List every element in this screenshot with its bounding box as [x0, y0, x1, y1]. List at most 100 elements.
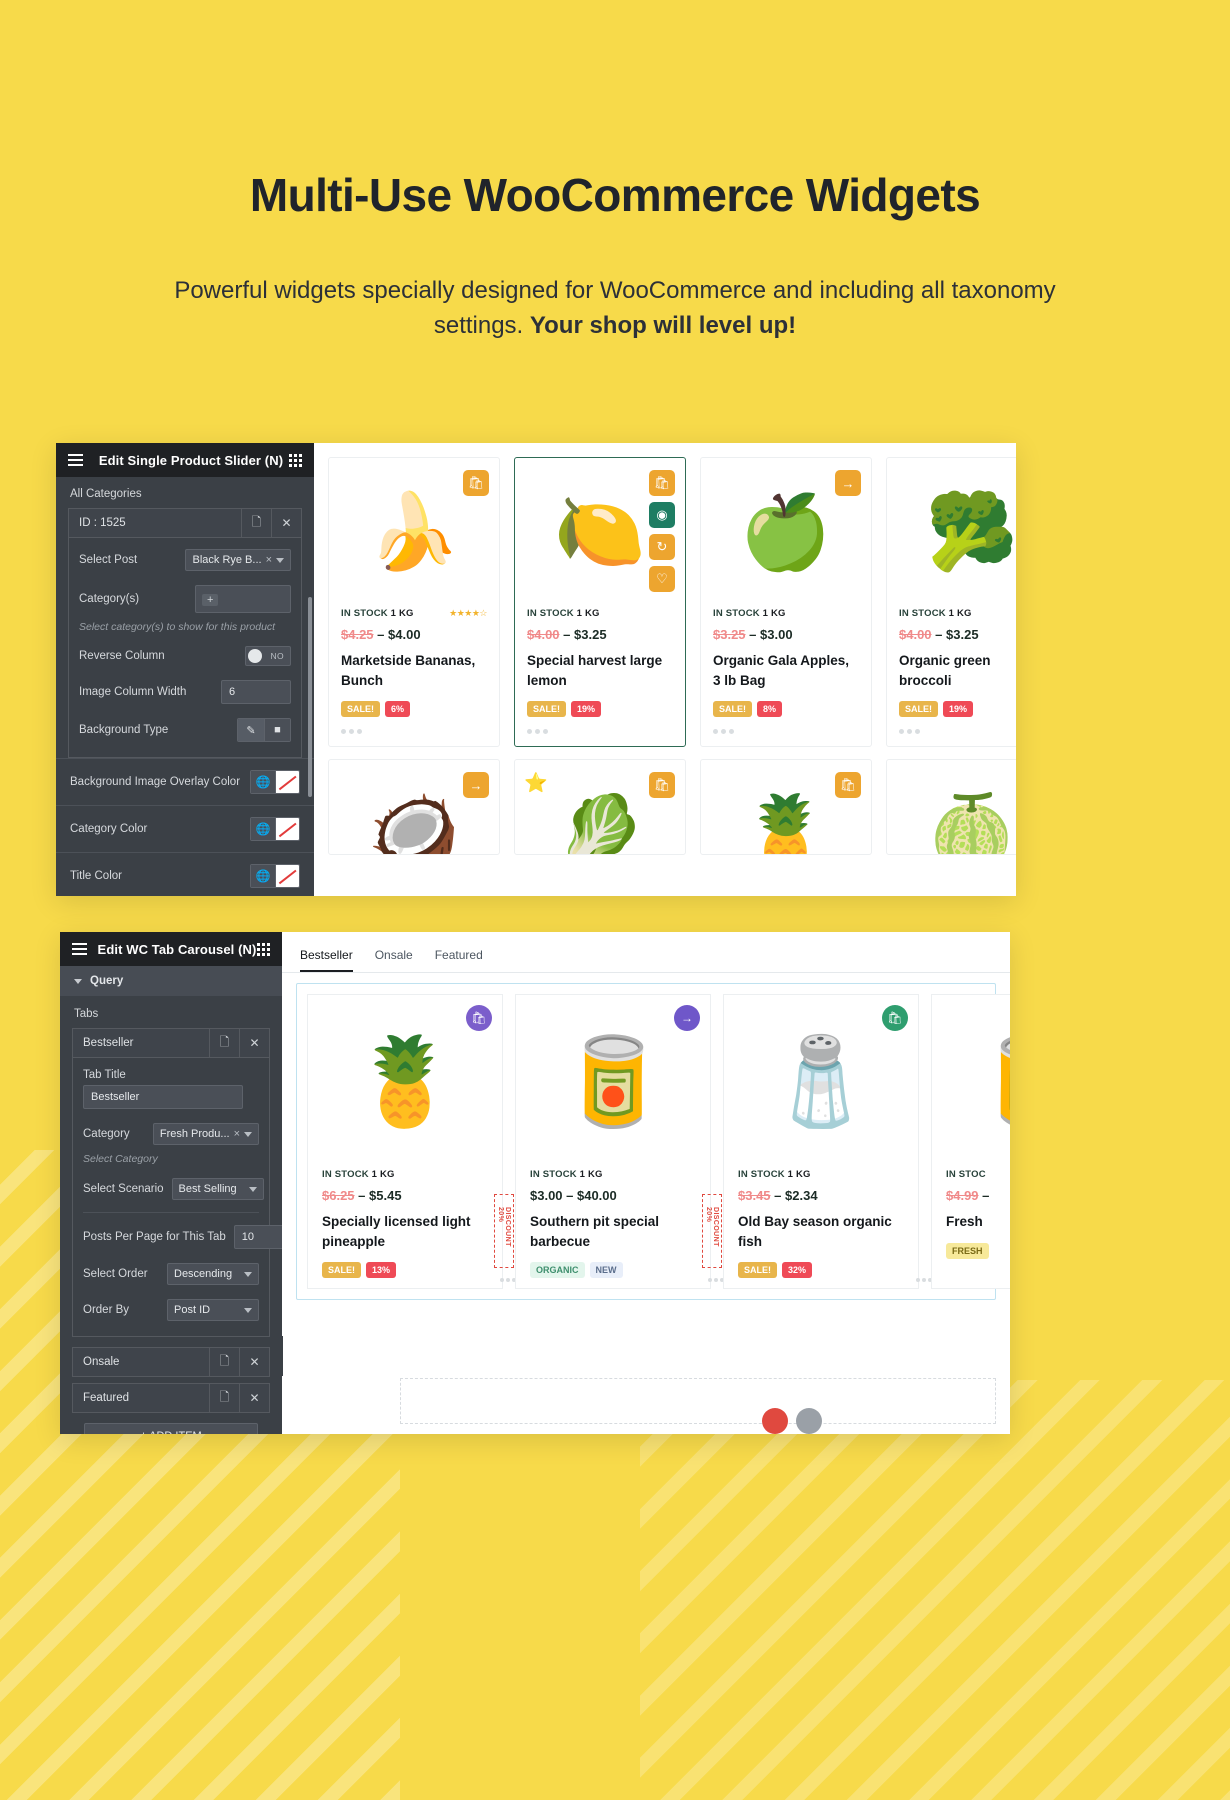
gradient-icon[interactable]: ■: [264, 719, 290, 741]
category-hint: Select Category: [83, 1153, 158, 1165]
order-by-dropdown[interactable]: Post ID: [167, 1299, 259, 1321]
brush-icon[interactable]: ✎: [238, 719, 264, 741]
color-swatch[interactable]: [275, 818, 299, 840]
chevron-left-icon[interactable]: ‹: [282, 1336, 283, 1376]
add-item-button[interactable]: + ADD ITEM: [84, 1423, 258, 1434]
sidebar-scrollbar[interactable]: [308, 597, 312, 797]
product-card[interactable]: 🍌 🛍 IN STOCK 1 KG ★★★★☆ $4.25 – $4.00 Ma…: [328, 457, 500, 748]
background-overlay-color-picker[interactable]: 🌐: [250, 770, 300, 794]
repeater-item-header[interactable]: ID : 1525 🗋 ✕: [68, 508, 302, 538]
wc-tab-carousel-panel: Edit WC Tab Carousel (N) Query Tabs Best…: [60, 932, 1010, 1434]
product-title[interactable]: Marketside Bananas, Bunch: [341, 651, 487, 690]
carousel-tab-featured[interactable]: Featured: [435, 948, 483, 972]
grid-apps-icon[interactable]: [289, 453, 302, 467]
close-icon[interactable]: ✕: [239, 1384, 269, 1412]
copy-icon[interactable]: 🗋: [209, 1384, 239, 1412]
tab-title-input[interactable]: Bestseller: [83, 1085, 243, 1109]
clear-icon[interactable]: ×: [234, 1128, 240, 1140]
hamburger-icon[interactable]: [72, 943, 87, 955]
eye-icon[interactable]: ◉: [649, 502, 675, 528]
star-icon[interactable]: ⭐: [523, 770, 549, 796]
close-icon[interactable]: ✕: [239, 1348, 269, 1376]
product-title[interactable]: Special harvest large lemon: [527, 651, 673, 690]
product-badge: 13%: [366, 1262, 397, 1279]
stock-status: IN STOCK 1 KG: [713, 608, 786, 619]
carousel-prev-button[interactable]: [762, 1408, 788, 1434]
chevron-down-icon: [276, 557, 284, 563]
product-card[interactable]: 🍋 🛍 ◉ ↻ ♡ IN STOCK 1 KG $4.00 – $3.25 Speci…: [514, 457, 686, 748]
scenario-select[interactable]: Best Selling: [171, 1178, 264, 1200]
compare-icon[interactable]: ↻: [649, 534, 675, 560]
carousel-product-card[interactable]: 🛍 🧂 IN STOCK 1 KG $3.45 – $2.34 Old Bay …: [723, 994, 932, 1290]
product-image: 🥬 🛍 ⭐: [524, 770, 675, 854]
product-card[interactable]: 🍍 🛍: [700, 759, 872, 856]
product-title[interactable]: Organic Gala Apples, 3 lb Bag: [713, 651, 859, 690]
reverse-column-toggle[interactable]: NO: [245, 646, 291, 666]
product-title[interactable]: Organic green broccoli: [899, 651, 1016, 690]
empty-drop-area: [400, 1378, 996, 1424]
close-icon[interactable]: ✕: [239, 1029, 269, 1057]
product-title[interactable]: Old Bay season organic fish: [738, 1212, 904, 1251]
heart-icon[interactable]: ♡: [649, 566, 675, 592]
card-dots: [500, 1278, 516, 1283]
categories-input[interactable]: +: [195, 585, 291, 613]
query-accordion[interactable]: Query: [60, 966, 282, 997]
product-card[interactable]: 🥬 🛍 ⭐: [514, 759, 686, 856]
color-swatch[interactable]: [275, 771, 299, 793]
carousel-next-button[interactable]: [796, 1408, 822, 1434]
product-price: $6.25 – $5.45: [322, 1188, 402, 1203]
tab-repeater-label: Onsale: [83, 1356, 120, 1368]
product-card[interactable]: 🍈: [886, 759, 1016, 856]
product-title[interactable]: Fresh: [946, 1212, 1010, 1232]
product-image-glyph: 🍏: [739, 490, 833, 573]
divider: [83, 1212, 259, 1213]
carousel-tab-bar: Bestseller Onsale Featured: [282, 932, 1010, 973]
tab-title-label: Tab Title: [83, 1069, 126, 1081]
clear-icon[interactable]: ×: [266, 554, 272, 566]
category-color-picker[interactable]: 🌐: [250, 817, 300, 841]
grid-apps-icon[interactable]: [257, 942, 270, 956]
product-card[interactable]: 🍏 → IN STOCK 1 KG $3.25 – $3.00 Organic …: [700, 457, 872, 748]
tab-repeater-featured[interactable]: Featured 🗋 ✕: [72, 1383, 270, 1413]
hamburger-icon[interactable]: [68, 454, 83, 466]
title-color-label: Title Color: [70, 870, 122, 882]
copy-icon[interactable]: 🗋: [209, 1348, 239, 1376]
bag-icon[interactable]: 🛍: [649, 470, 675, 496]
copy-icon[interactable]: 🗋: [209, 1029, 239, 1057]
close-icon[interactable]: ✕: [271, 509, 301, 537]
add-category-button[interactable]: +: [202, 594, 219, 606]
select-post-input[interactable]: Black Rye B... ×: [185, 549, 291, 571]
carousel-product-card[interactable]: 🛍 🥫 IN STOC $4.99 – Fresh FRESH: [931, 994, 1010, 1290]
rating-stars: ★★★★☆: [449, 608, 487, 618]
arrow-right-icon[interactable]: →: [463, 772, 489, 799]
globe-icon[interactable]: 🌐: [251, 865, 275, 887]
copy-icon[interactable]: 🗋: [241, 509, 271, 537]
product-badge: SALE!: [322, 1262, 361, 1279]
control-category-color: Category Color 🌐: [56, 805, 314, 852]
tab-repeater-bestseller[interactable]: Bestseller 🗋 ✕: [72, 1028, 270, 1058]
carousel-tab-bestseller[interactable]: Bestseller: [300, 948, 353, 972]
product-title[interactable]: Southern pit special barbecue: [530, 1212, 696, 1251]
color-swatch[interactable]: [275, 865, 299, 887]
product-card[interactable]: 🥥 →: [328, 759, 500, 856]
globe-icon[interactable]: 🌐: [251, 818, 275, 840]
bag-icon[interactable]: 🛍: [649, 772, 675, 799]
bag-icon[interactable]: 🛍: [463, 470, 489, 496]
bag-icon[interactable]: 🛍: [835, 772, 861, 799]
globe-icon[interactable]: 🌐: [251, 771, 275, 793]
product-card[interactable]: 🥦 ★ IN STOCK 1 KG $4.00 – $3.25 Organic …: [886, 457, 1016, 748]
carousel-tab-onsale[interactable]: Onsale: [375, 948, 413, 972]
image-column-width-input[interactable]: 6: [221, 680, 291, 704]
posts-per-page-input[interactable]: 10: [233, 1225, 282, 1249]
product-title[interactable]: Specially licensed light pineapple: [322, 1212, 488, 1251]
card-dots: [899, 729, 1016, 735]
product-badges: SALE! 32%: [738, 1262, 904, 1279]
tab-repeater-onsale[interactable]: Onsale 🗋 ✕: [72, 1347, 270, 1377]
arrow-right-icon[interactable]: →: [835, 470, 861, 496]
carousel-product-card[interactable]: → 🥫 IN STOCK 1 KG $3.00 – $40.00 Souther…: [515, 994, 724, 1290]
category-select[interactable]: Fresh Produ... ×: [152, 1123, 259, 1145]
select-order-dropdown[interactable]: Descending: [167, 1263, 259, 1285]
title-color-picker[interactable]: 🌐: [250, 864, 300, 888]
product-badge: SALE!: [713, 701, 752, 718]
carousel-product-card[interactable]: 🛍 🍍 IN STOCK 1 KG $6.25 – $5.45 Speciall…: [307, 994, 516, 1290]
